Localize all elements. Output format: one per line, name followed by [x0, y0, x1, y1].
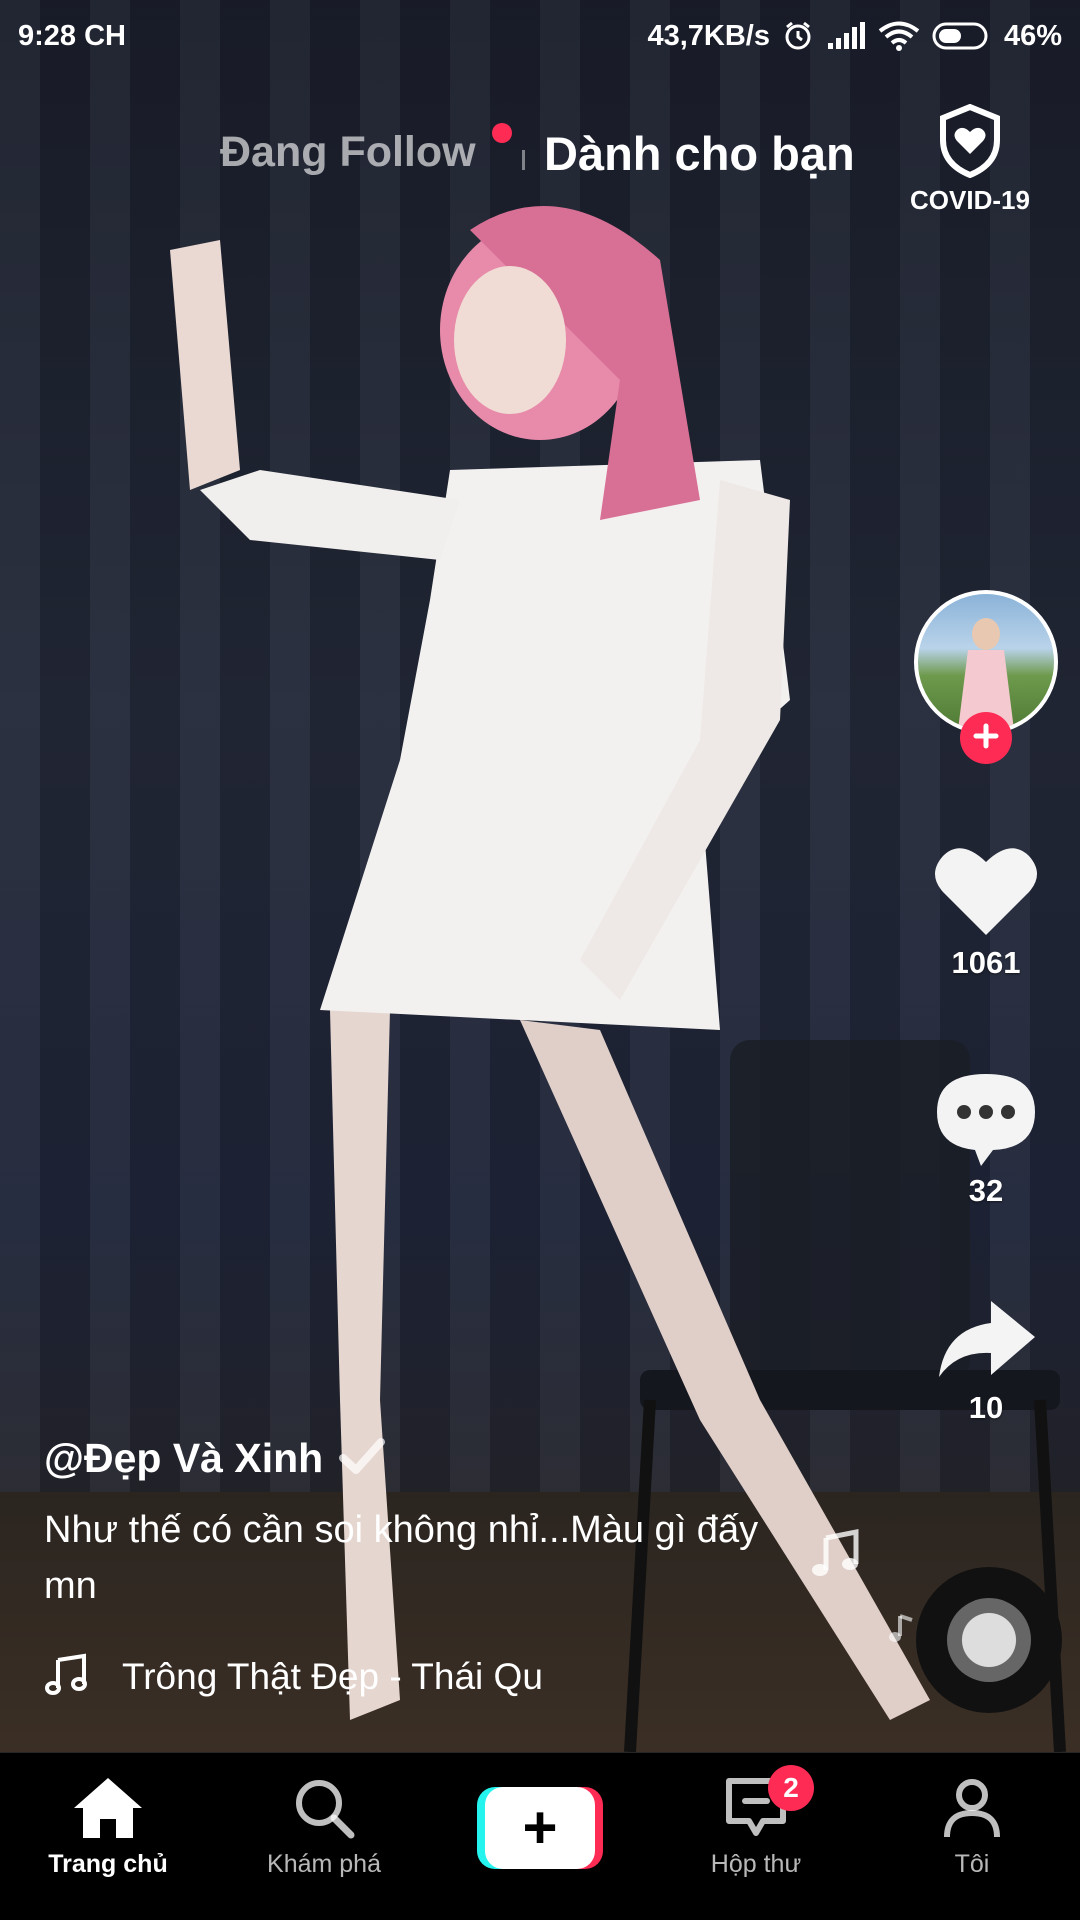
- search-icon: [291, 1780, 357, 1845]
- nav-inbox-label: Hộp thư: [710, 1850, 802, 1878]
- heart-icon: [931, 848, 1041, 944]
- music-disc[interactable]: [916, 1567, 1062, 1713]
- nav-discover[interactable]: Khám phá: [224, 1775, 424, 1879]
- floating-note-icon: [810, 1528, 862, 1583]
- like-button[interactable]: 1061: [910, 840, 1062, 981]
- covid-label: COVID-19: [910, 185, 1030, 215]
- post-caption: @Đẹp Và Xinh Như thế có cần soi không nh…: [44, 1435, 784, 1614]
- status-time: 9:28 CH: [18, 19, 126, 52]
- follow-button[interactable]: [960, 712, 1012, 764]
- status-bar: 9:28 CH 43,7KB/s 46%: [0, 0, 1080, 72]
- inbox-icon: [723, 1778, 789, 1845]
- following-notification-dot: [492, 123, 512, 143]
- nav-home[interactable]: Trang chủ: [8, 1775, 208, 1879]
- signal-icon: [826, 21, 866, 51]
- floating-note-icon: [888, 1612, 916, 1649]
- nav-create[interactable]: +: [440, 1775, 640, 1869]
- network-speed: 43,7KB/s: [647, 19, 770, 52]
- username-row: @Đẹp Và Xinh: [44, 1435, 784, 1482]
- shield-heart-icon: [938, 103, 1002, 182]
- comment-icon: [931, 1074, 1041, 1172]
- disc-cover: [947, 1598, 1031, 1682]
- battery-icon: [932, 22, 992, 50]
- bottom-navigation: Trang chủ Khám phá + 2 Hộp thư Tôi: [0, 1752, 1080, 1920]
- share-button[interactable]: 10: [910, 1295, 1062, 1426]
- music-note-icon: [44, 1652, 88, 1701]
- plus-icon: [972, 722, 1000, 755]
- like-count: 1061: [951, 945, 1021, 980]
- alarm-icon: [782, 20, 814, 52]
- covid-button[interactable]: COVID-19: [900, 103, 1040, 216]
- nav-discover-label: Khám phá: [267, 1850, 381, 1878]
- post-description: Như thế có cần soi không nhỉ...Màu gì đấ…: [44, 1509, 759, 1607]
- share-arrow-icon: [931, 1301, 1041, 1389]
- tab-for-you[interactable]: Dành cho bạn: [544, 126, 855, 181]
- nav-profile-label: Tôi: [954, 1850, 990, 1878]
- nav-inbox[interactable]: 2 Hộp thư: [656, 1765, 856, 1879]
- plus-icon: +: [485, 1787, 595, 1869]
- home-icon: [71, 1778, 145, 1845]
- create-button[interactable]: +: [477, 1787, 603, 1869]
- status-right: 43,7KB/s 46%: [647, 20, 1062, 53]
- nav-profile[interactable]: Tôi: [872, 1775, 1072, 1879]
- battery-percent: 46%: [1003, 19, 1062, 52]
- creator-username[interactable]: @Đẹp Và Xinh: [44, 1435, 323, 1482]
- checkmark-icon: [339, 1436, 386, 1481]
- comment-count: 32: [968, 1173, 1004, 1208]
- share-count: 10: [968, 1390, 1004, 1425]
- music-row[interactable]: Trông Thật Đẹp - Thái Qu: [44, 1652, 572, 1701]
- comment-button[interactable]: 32: [910, 1068, 1062, 1209]
- nav-home-label: Trang chủ: [48, 1850, 168, 1878]
- music-title: Trông Thật Đẹp - Thái Qu: [122, 1655, 543, 1697]
- inbox-badge: 2: [768, 1765, 814, 1811]
- tab-following[interactable]: Đang Follow: [220, 128, 476, 177]
- profile-icon: [939, 1779, 1005, 1845]
- tab-divider: [522, 150, 525, 170]
- wifi-icon: [878, 20, 920, 52]
